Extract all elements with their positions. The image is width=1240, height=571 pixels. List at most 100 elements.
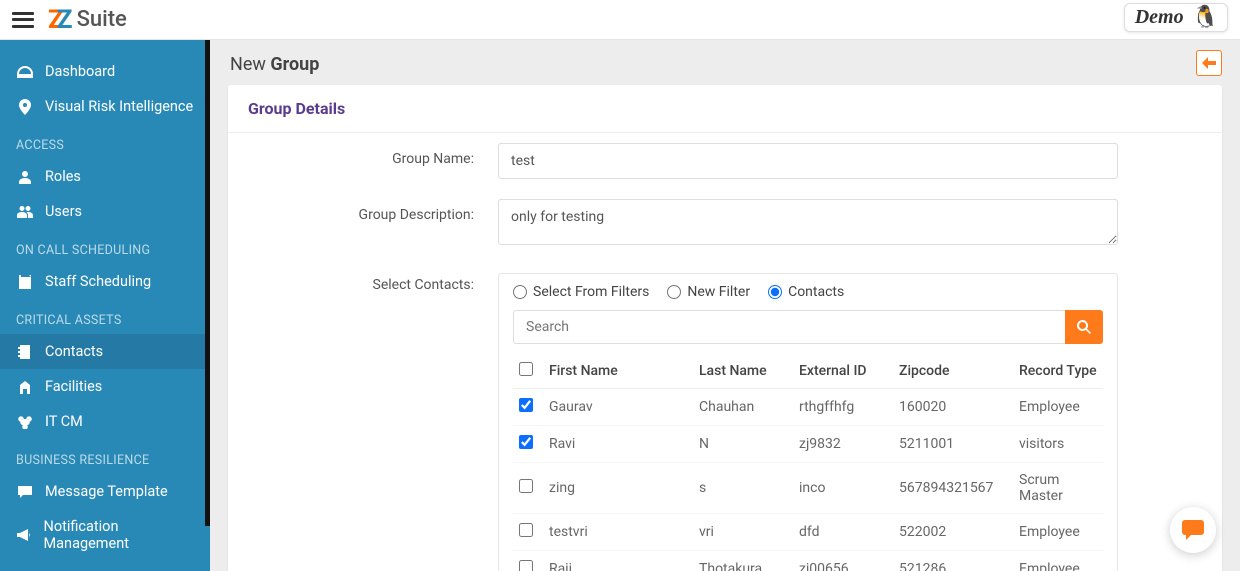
cell-zipcode: 521286 [893, 551, 1013, 571]
radio-label: Select From Filters [533, 284, 649, 300]
contacts-icon [16, 345, 34, 359]
cell-record-type: visitors [1013, 426, 1103, 463]
cell-first-name: Raji [543, 551, 693, 571]
contacts-selection-box: Select From Filters New Filter Contacts [498, 273, 1118, 571]
radio-label: New Filter [687, 284, 750, 300]
demo-label: Demo [1135, 6, 1184, 29]
cell-last-name: Chauhan [693, 389, 793, 426]
cell-external-id: zj9832 [793, 426, 893, 463]
cell-zipcode: 522002 [893, 514, 1013, 551]
megaphone-icon [16, 529, 33, 541]
table-row[interactable]: GauravChauhanrthgffhfg160020Employee [513, 389, 1103, 426]
th-external-id[interactable]: External ID [793, 354, 893, 389]
radio-input-contacts[interactable] [768, 285, 782, 299]
checkbox-select-all[interactable] [519, 362, 533, 376]
th-last-name[interactable]: Last Name [693, 354, 793, 389]
radio-input-new-filter[interactable] [667, 285, 681, 299]
row-checkbox[interactable] [519, 479, 533, 493]
demo-badge[interactable]: Demo 🐧 [1124, 3, 1228, 32]
radio-contacts[interactable]: Contacts [768, 284, 844, 300]
arrow-left-icon [1202, 57, 1216, 69]
th-zipcode[interactable]: Zipcode [893, 354, 1013, 389]
cell-external-id: inco [793, 463, 893, 514]
search-icon [1076, 319, 1092, 335]
sidebar-item-dashboard[interactable]: Dashboard [0, 54, 210, 89]
th-first-name[interactable]: First Name [543, 354, 693, 389]
contacts-search-input[interactable] [513, 310, 1065, 344]
contact-source-radios: Select From Filters New Filter Contacts [499, 274, 1117, 310]
cell-zipcode: 567894321567 [893, 463, 1013, 514]
cell-first-name: zing [543, 463, 693, 514]
page-title-new: New [230, 54, 266, 75]
radio-input-filters[interactable] [513, 285, 527, 299]
sidebar-item-label: Notification Management [44, 518, 194, 552]
user-icon [16, 170, 34, 184]
pin-icon [16, 99, 34, 115]
sidebar-item-contacts[interactable]: Contacts [0, 334, 210, 369]
brand-logo[interactable]: ZZ Suite [48, 5, 127, 35]
form-row-select-contacts: Select Contacts: Select From Filters New… [228, 259, 1222, 571]
page-title-bar: New Group [210, 40, 1240, 85]
form-row-group-description: Group Description: only for testing [228, 189, 1222, 259]
input-group-name[interactable] [498, 143, 1118, 179]
sidebar-section-oncall: ON CALL SCHEDULING [0, 229, 210, 264]
contacts-search-button[interactable] [1065, 310, 1103, 344]
sidebar-item-label: Facilities [45, 378, 102, 395]
penguin-icon: 🐧 [1192, 7, 1219, 29]
menu-toggle-button[interactable] [12, 12, 34, 28]
sidebar-item-message-template[interactable]: Message Template [0, 474, 210, 509]
sidebar-item-staff-scheduling[interactable]: Staff Scheduling [0, 264, 210, 299]
radio-select-from-filters[interactable]: Select From Filters [513, 284, 649, 300]
cell-zipcode: 5211001 [893, 426, 1013, 463]
radio-new-filter[interactable]: New Filter [667, 284, 750, 300]
cell-record-type: Employee [1013, 389, 1103, 426]
sidebar-item-roles[interactable]: Roles [0, 159, 210, 194]
sidebar-item-label: Dashboard [45, 63, 115, 80]
cell-record-type: Employee [1013, 551, 1103, 571]
branch-icon [16, 415, 34, 429]
sidebar-item-label: IT CM [45, 413, 83, 430]
contacts-search-row [499, 310, 1117, 354]
sidebar: Dashboard Visual Risk Intelligence ACCES… [0, 40, 210, 571]
sidebar-item-label: Users [45, 203, 82, 220]
cell-external-id: dfd [793, 514, 893, 551]
cell-first-name: Ravi [543, 426, 693, 463]
contacts-table-scroll[interactable]: First Name Last Name External ID Zipcode… [513, 354, 1117, 571]
th-record-type[interactable]: Record Type [1013, 354, 1103, 389]
sidebar-item-facilities[interactable]: Facilities [0, 369, 210, 404]
sidebar-item-label: Roles [45, 168, 81, 185]
textarea-group-description[interactable]: only for testing [498, 199, 1118, 245]
card-header: Group Details [228, 85, 1222, 133]
table-row[interactable]: RaviNzj98325211001visitors [513, 426, 1103, 463]
sidebar-item-notification-management[interactable]: Notification Management [0, 509, 210, 561]
contacts-table: First Name Last Name External ID Zipcode… [513, 354, 1103, 571]
row-checkbox[interactable] [519, 398, 533, 412]
sidebar-item-users[interactable]: Users [0, 194, 210, 229]
radio-label: Contacts [788, 284, 844, 300]
chat-fab-button[interactable] [1170, 507, 1216, 553]
facilities-icon [16, 380, 34, 394]
table-row[interactable]: zingsinco567894321567Scrum Master [513, 463, 1103, 514]
cell-last-name: N [693, 426, 793, 463]
row-checkbox[interactable] [519, 435, 533, 449]
cell-record-type: Employee [1013, 514, 1103, 551]
sidebar-item-visual-risk[interactable]: Visual Risk Intelligence [0, 89, 210, 124]
cell-last-name: vri [693, 514, 793, 551]
cell-last-name: Thotakura [693, 551, 793, 571]
table-row[interactable]: testvrivridfd522002Employee [513, 514, 1103, 551]
row-checkbox[interactable] [519, 523, 533, 537]
cell-external-id: zj00656 [793, 551, 893, 571]
sidebar-item-itcm[interactable]: IT CM [0, 404, 210, 439]
cell-first-name: testvri [543, 514, 693, 551]
sidebar-item-label: Message Template [45, 483, 168, 500]
cell-external-id: rthgffhfg [793, 389, 893, 426]
sidebar-section-business: BUSINESS RESILIENCE [0, 439, 210, 474]
page-title-group: Group [270, 54, 319, 75]
calendar-icon [16, 275, 34, 289]
dashboard-icon [16, 66, 34, 78]
row-checkbox[interactable] [519, 560, 533, 571]
brand-text: Suite [77, 7, 127, 32]
table-row[interactable]: RajiThotakurazj00656521286Employee [513, 551, 1103, 571]
sidebar-item-label: Visual Risk Intelligence [45, 98, 193, 115]
back-button[interactable] [1196, 50, 1222, 76]
